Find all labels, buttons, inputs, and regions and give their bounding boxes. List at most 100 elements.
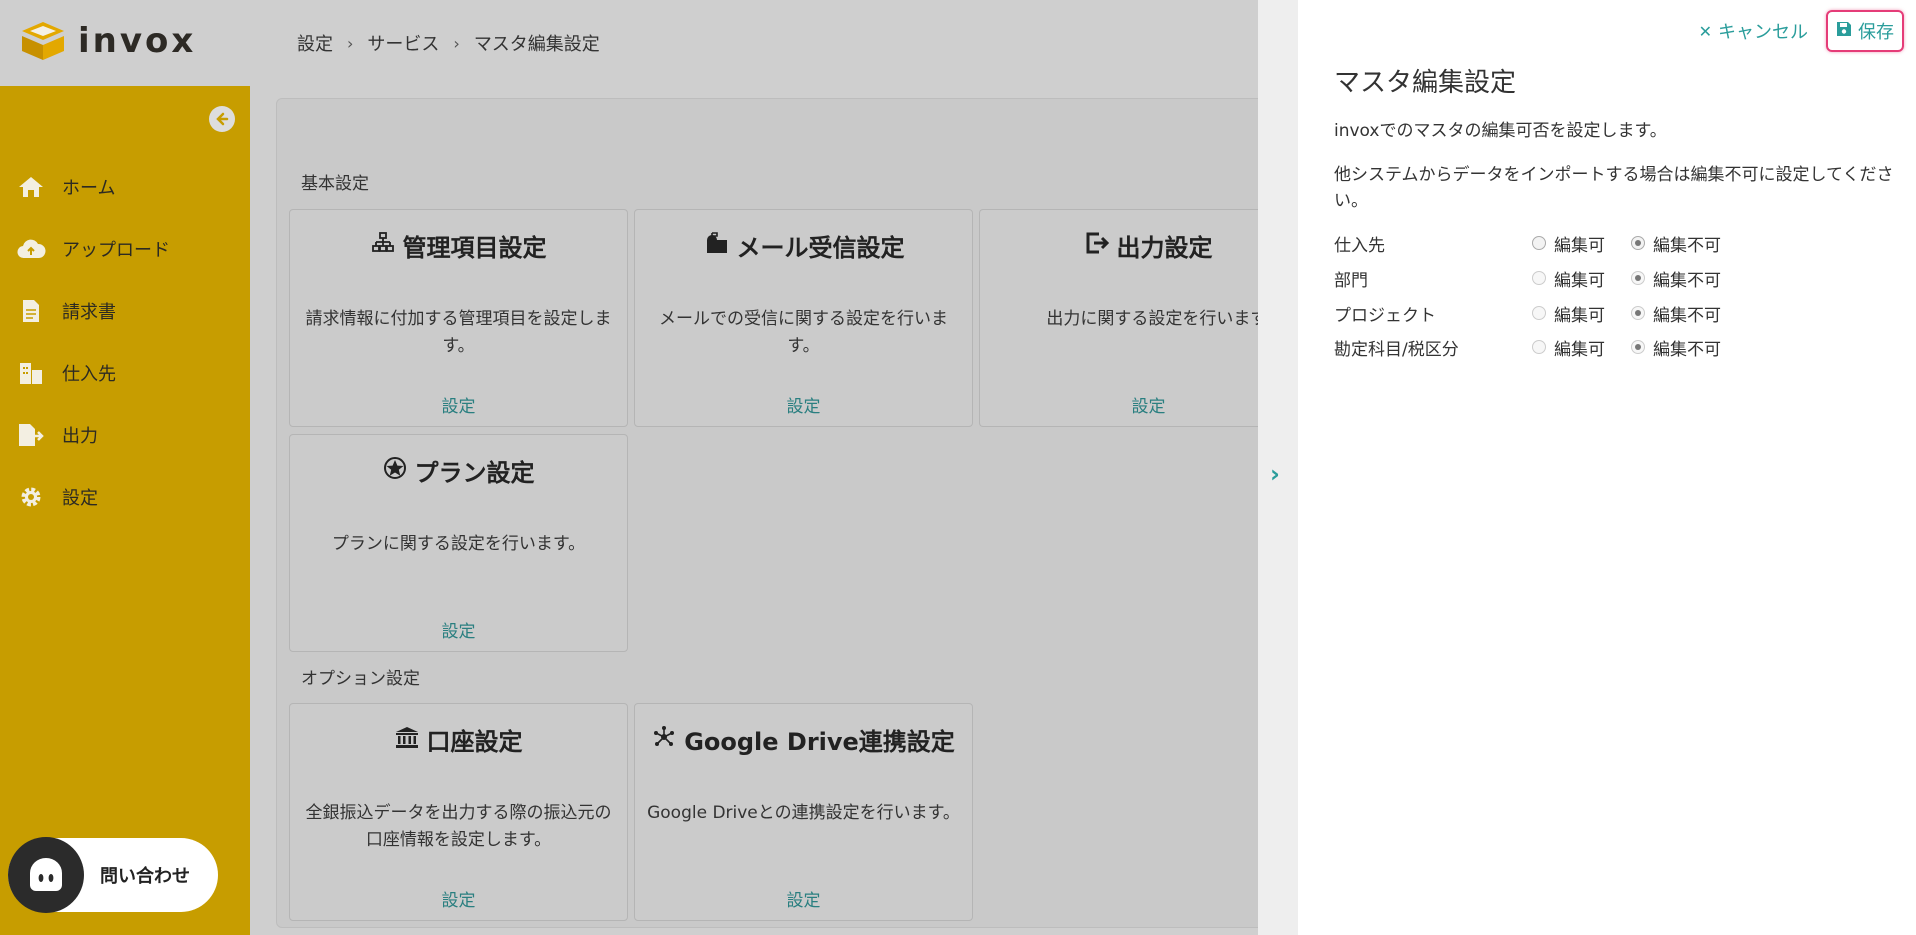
cancel-label: キャンセル <box>1718 22 1808 43</box>
bank-icon <box>395 725 419 755</box>
card-mail-receive[interactable]: メール受信設定 メールでの受信に関する設定を行います。 設定 <box>634 209 973 427</box>
sidebar-item-label: 出力 <box>62 426 98 447</box>
drawer-actions: ✕ キャンセル 保存 <box>1695 10 1904 52</box>
card-settings-link[interactable]: 設定 <box>635 392 972 417</box>
card-settings-link[interactable]: 設定 <box>290 886 627 911</box>
save-icon <box>1836 21 1852 42</box>
card-settings-link[interactable]: 設定 <box>1028 392 1269 417</box>
card-output[interactable]: 出力設定 出力に関する設定を行います。 設定 <box>979 209 1283 427</box>
sign-out-icon <box>1085 231 1109 261</box>
card-plan[interactable]: プラン設定 プランに関する設定を行います。 設定 <box>289 434 628 652</box>
card-description: メールでの受信に関する設定を行います。 <box>659 309 948 356</box>
option-row-project: プロジェクト 編集可 編集不可 <box>1334 299 1894 327</box>
option-row-label: プロジェクト <box>1334 305 1436 326</box>
chevron-right-icon[interactable]: › <box>1270 460 1280 488</box>
sidebar-item-label: 設定 <box>62 488 98 509</box>
card-title: 出力設定 <box>1116 234 1213 262</box>
sidebar-item-label: 仕入先 <box>62 364 116 385</box>
sidebar-item-home[interactable]: ホーム <box>0 156 250 218</box>
sidebar-item-upload[interactable]: アップロード <box>0 218 250 280</box>
star-badge-icon <box>383 456 407 486</box>
radio-editable[interactable]: 編集可 <box>1532 231 1605 256</box>
drawer-note: 他システムからデータをインポートする場合は編集不可に設定してください。 <box>1334 165 1894 211</box>
card-description: Google Driveとの連携設定を行います。 <box>647 803 960 823</box>
drawer-gutter: › <box>1258 0 1298 935</box>
chat-bot-icon <box>8 837 84 913</box>
card-settings-link[interactable]: 設定 <box>290 617 627 642</box>
radio-group: 編集可 編集不可 <box>1532 266 1737 291</box>
cloud-upload-icon <box>16 234 46 264</box>
radio-not-editable[interactable]: 編集不可 <box>1631 266 1721 291</box>
radio-editable[interactable]: 編集可 <box>1532 301 1605 326</box>
radio-group: 編集可 編集不可 <box>1532 301 1737 326</box>
card-management-items[interactable]: 管理項目設定 請求情報に付加する管理項目を設定します。 設定 <box>289 209 628 427</box>
settings-panel: 基本設定 管理項目設定 請求情報に付加する管理項目を設定します。 設定 メール受… <box>276 98 1283 928</box>
breadcrumb-item[interactable]: サービス <box>367 30 439 56</box>
chevron-right-icon: › <box>453 33 460 53</box>
logo-box-icon <box>20 18 66 64</box>
arrow-left-icon <box>216 112 229 126</box>
sidebar-item-label: ホーム <box>62 178 116 199</box>
sidebar-item-label: アップロード <box>62 240 170 261</box>
option-row-label: 部門 <box>1334 270 1368 291</box>
sidebar-item-settings[interactable]: 設定 <box>0 466 250 528</box>
option-row-suppliers: 仕入先 編集可 編集不可 <box>1334 229 1894 257</box>
sidebar-nav: ホーム アップロード 請求書 仕入先 出力 設定 <box>0 156 250 528</box>
radio-editable[interactable]: 編集可 <box>1532 335 1605 360</box>
card-title: 口座設定 <box>426 728 523 756</box>
drawer-description: invoxでのマスタの編集可否を設定します。 <box>1334 121 1667 141</box>
radio-not-editable[interactable]: 編集不可 <box>1631 335 1721 360</box>
card-title: Google Drive連携設定 <box>684 728 955 756</box>
radio-group: 編集可 編集不可 <box>1532 231 1737 256</box>
card-settings-link[interactable]: 設定 <box>635 886 972 911</box>
app-name: invox <box>78 21 197 61</box>
chevron-right-icon: › <box>347 33 354 53</box>
contact-button[interactable]: 問い合わせ <box>8 837 218 913</box>
sidebar-item-invoice[interactable]: 請求書 <box>0 280 250 342</box>
radio-not-editable[interactable]: 編集不可 <box>1631 231 1721 256</box>
drawer-title: マスタ編集設定 <box>1334 68 1517 98</box>
sidebar-item-output[interactable]: 出力 <box>0 404 250 466</box>
master-edit-drawer: ✕ キャンセル 保存 マスタ編集設定 invoxでのマスタの編集可否を設定します… <box>1298 0 1916 935</box>
mailbox-icon <box>703 231 729 261</box>
sidebar: ホーム アップロード 請求書 仕入先 出力 設定 問い合わせ <box>0 86 250 935</box>
breadcrumb-item[interactable]: 設定 <box>297 30 333 56</box>
card-settings-link[interactable]: 設定 <box>290 392 627 417</box>
section-basic-label: 基本設定 <box>301 174 369 194</box>
option-row-label: 勘定科目/税区分 <box>1334 339 1459 360</box>
collapse-sidebar-button[interactable] <box>209 106 235 132</box>
radio-not-editable[interactable]: 編集不可 <box>1631 301 1721 326</box>
radio-group: 編集可 編集不可 <box>1532 335 1737 360</box>
document-icon <box>16 296 46 326</box>
option-row-account-tax: 勘定科目/税区分 編集可 編集不可 <box>1334 333 1894 361</box>
card-description: 全銀振込データを出力する際の振込元の口座情報を設定します。 <box>305 803 612 850</box>
export-file-icon <box>16 420 46 450</box>
card-description: プランに関する設定を行います。 <box>331 534 586 554</box>
breadcrumb: 設定 › サービス › マスタ編集設定 <box>297 30 600 56</box>
card-description: 請求情報に付加する管理項目を設定します。 <box>305 309 612 356</box>
building-icon <box>16 358 46 388</box>
sidebar-item-suppliers[interactable]: 仕入先 <box>0 342 250 404</box>
sitemap-icon <box>371 231 395 261</box>
option-row-department: 部門 編集可 編集不可 <box>1334 264 1894 292</box>
card-bank-account[interactable]: 口座設定 全銀振込データを出力する際の振込元の口座情報を設定します。 設定 <box>289 703 628 921</box>
save-label: 保存 <box>1858 22 1894 43</box>
invox-logo[interactable]: invox <box>20 18 196 64</box>
contact-label: 問い合わせ <box>100 866 190 887</box>
breadcrumb-current: マスタ編集設定 <box>473 34 600 55</box>
card-google-drive[interactable]: Google Drive連携設定 Google Driveとの連携設定を行います… <box>634 703 973 921</box>
gear-icon <box>16 482 46 512</box>
radio-editable[interactable]: 編集可 <box>1532 266 1605 291</box>
sidebar-item-label: 請求書 <box>62 302 116 323</box>
section-option-label: オプション設定 <box>301 669 420 689</box>
main-content: 基本設定 管理項目設定 請求情報に付加する管理項目を設定します。 設定 メール受… <box>250 86 1283 935</box>
header: invox 設定 › サービス › マスタ編集設定 <box>0 0 1258 86</box>
card-title: プラン設定 <box>414 459 535 487</box>
card-title: メール受信設定 <box>736 234 905 262</box>
option-row-label: 仕入先 <box>1334 235 1385 256</box>
card-title: 管理項目設定 <box>402 234 547 262</box>
save-button[interactable]: 保存 <box>1826 10 1904 52</box>
close-icon: ✕ <box>1698 21 1712 41</box>
cancel-button[interactable]: ✕ キャンセル <box>1695 12 1812 50</box>
network-icon <box>652 725 676 755</box>
